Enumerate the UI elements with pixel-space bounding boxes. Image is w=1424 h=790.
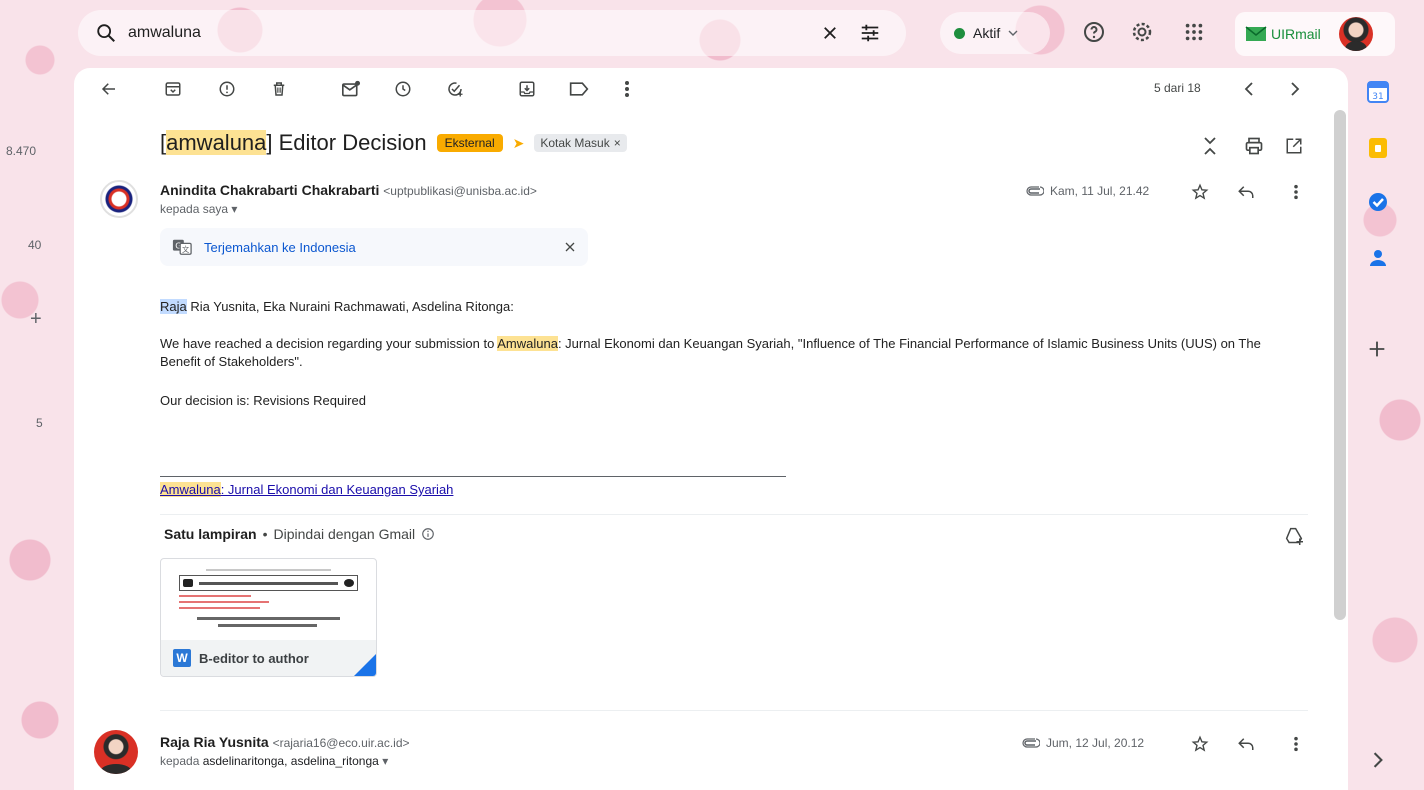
add-to-drive-icon[interactable] (1282, 524, 1306, 548)
attachment-header: Satu lampiran • Dipindai dengan Gmail (164, 526, 435, 542)
greeting-line: Raja Ria Yusnita, Eka Nuraini Rachmawati… (160, 299, 514, 314)
attachment-footer: W B-editor to author (161, 640, 376, 676)
star-icon[interactable] (1188, 180, 1212, 204)
label-external: Eksternal (436, 134, 503, 152)
importance-marker-icon[interactable]: ➤ (513, 135, 525, 152)
clear-search-icon[interactable] (810, 13, 850, 53)
recipient-line[interactable]: kepada saya ▾ (160, 202, 237, 216)
more-vert-icon[interactable] (1284, 180, 1308, 204)
add-addon-icon[interactable] (1366, 338, 1392, 364)
reply-sender-email: <rajaria16@eco.uir.ac.id> (272, 736, 410, 750)
reply-recipient-line[interactable]: kepada asdelinaritonga, asdelina_ritonga… (160, 754, 388, 768)
remove-label-icon[interactable]: × (614, 136, 621, 150)
keep-notes-icon[interactable] (1366, 136, 1392, 162)
move-to-icon[interactable] (510, 72, 544, 106)
search-bar[interactable]: amwaluna (78, 10, 906, 56)
message-divider (160, 710, 1308, 711)
help-icon[interactable] (1076, 14, 1112, 50)
svg-text:文: 文 (182, 245, 190, 254)
body-paragraph: We have reached a decision regarding you… (160, 336, 1261, 369)
message-date: Kam, 11 Jul, 21.42 (1026, 184, 1149, 198)
decision-line: Our decision is: Revisions Required (160, 393, 366, 408)
close-icon[interactable] (564, 241, 576, 253)
ruler-number: 40 (28, 238, 42, 252)
translate-icon: G文 (172, 238, 192, 256)
chevron-down-icon (1008, 28, 1018, 38)
label-inbox: Kotak Masuk × (534, 134, 627, 152)
next-chevron-icon[interactable] (1278, 72, 1312, 106)
attachment-clip-icon (1022, 738, 1040, 748)
print-icon[interactable] (1242, 134, 1266, 158)
sender-avatar[interactable] (100, 180, 138, 218)
more-vert-icon[interactable] (610, 72, 644, 106)
apps-grid-icon[interactable] (1176, 14, 1212, 50)
attachment-clip-icon (1026, 186, 1044, 196)
email-view: 5 dari 18 [amwaluna] Editor Decision Eks… (74, 68, 1348, 790)
sender-email: <uptpublikasi@unisba.ac.id> (383, 184, 537, 198)
tasks-icon[interactable] (1366, 190, 1392, 216)
attachment-card[interactable]: W B-editor to author (160, 558, 377, 677)
star-icon[interactable] (1188, 732, 1212, 756)
reply-sender-avatar[interactable] (94, 730, 138, 774)
archive-icon[interactable] (156, 72, 190, 106)
settings-gear-icon[interactable] (1124, 14, 1160, 50)
open-new-window-icon[interactable] (1282, 134, 1306, 158)
ruler-plus: + (30, 308, 42, 330)
snooze-clock-icon[interactable] (386, 72, 420, 106)
status-dot (954, 27, 965, 39)
svg-text:31: 31 (1372, 92, 1383, 102)
chevron-down-icon: ▾ (231, 202, 238, 216)
scrollbar[interactable] (1334, 110, 1346, 620)
brand-logo[interactable]: UIRmail (1235, 12, 1395, 56)
sender-line: Anindita Chakrabarti Chakrabarti <uptpub… (160, 182, 537, 198)
attachment-divider (160, 514, 1308, 515)
ruler-number: 8.470 (6, 144, 37, 158)
reply-icon[interactable] (1234, 732, 1258, 756)
status-label: Aktif (973, 25, 1001, 41)
search-input[interactable]: amwaluna (128, 24, 810, 42)
delete-trash-icon[interactable] (262, 72, 296, 106)
signature-link[interactable]: Amwaluna: Jurnal Ekonomi dan Keuangan Sy… (160, 481, 1290, 499)
subject-text: [amwaluna] Editor Decision (160, 130, 427, 155)
chevron-down-icon: ▾ (382, 754, 389, 768)
add-task-icon[interactable] (438, 72, 472, 106)
sender-name[interactable]: Anindita Chakrabarti Chakrabarti (160, 182, 379, 198)
search-icon[interactable] (94, 21, 118, 45)
back-arrow-icon[interactable] (92, 72, 126, 106)
search-options-icon[interactable] (850, 13, 890, 53)
collapse-all-icon[interactable] (1198, 134, 1222, 158)
email-subject: [amwaluna] Editor Decision Eksternal ➤ K… (160, 130, 627, 156)
expand-side-panel-icon[interactable] (1372, 752, 1398, 778)
more-vert-icon[interactable] (1284, 732, 1308, 756)
info-icon[interactable] (421, 527, 435, 541)
pager-count: 5 dari 18 (1154, 81, 1201, 95)
label-tag-icon[interactable] (562, 72, 596, 106)
attachment-name: B-editor to author (199, 650, 309, 666)
contacts-icon[interactable] (1366, 246, 1392, 272)
reply-sender-line: Raja Ria Yusnita <rajaria16@eco.uir.ac.i… (160, 734, 410, 750)
word-file-icon: W (173, 649, 191, 667)
report-spam-icon[interactable] (210, 72, 244, 106)
brand-name: UIRmail (1271, 26, 1321, 42)
previous-chevron-icon[interactable] (1232, 72, 1266, 106)
attachment-preview (161, 559, 376, 639)
mail-envelope-icon (1245, 26, 1267, 42)
reply-date: Jum, 12 Jul, 20.12 (1022, 736, 1144, 750)
calendar-icon[interactable]: 31 (1366, 80, 1392, 106)
translate-bar: G文 Terjemahkan ke Indonesia (160, 228, 588, 266)
account-avatar[interactable] (1338, 17, 1373, 51)
message-toolbar: 5 dari 18 (74, 68, 1348, 110)
reply-sender-name[interactable]: Raja Ria Yusnita (160, 734, 269, 750)
attachment-corner (354, 654, 376, 676)
translate-link[interactable]: Terjemahkan ke Indonesia (204, 240, 564, 255)
mark-unread-icon[interactable] (334, 72, 368, 106)
status-selector[interactable]: Aktif (940, 12, 1050, 54)
reply-icon[interactable] (1234, 180, 1258, 204)
signature-divider (160, 476, 786, 477)
ruler-number: 5 (36, 416, 43, 430)
